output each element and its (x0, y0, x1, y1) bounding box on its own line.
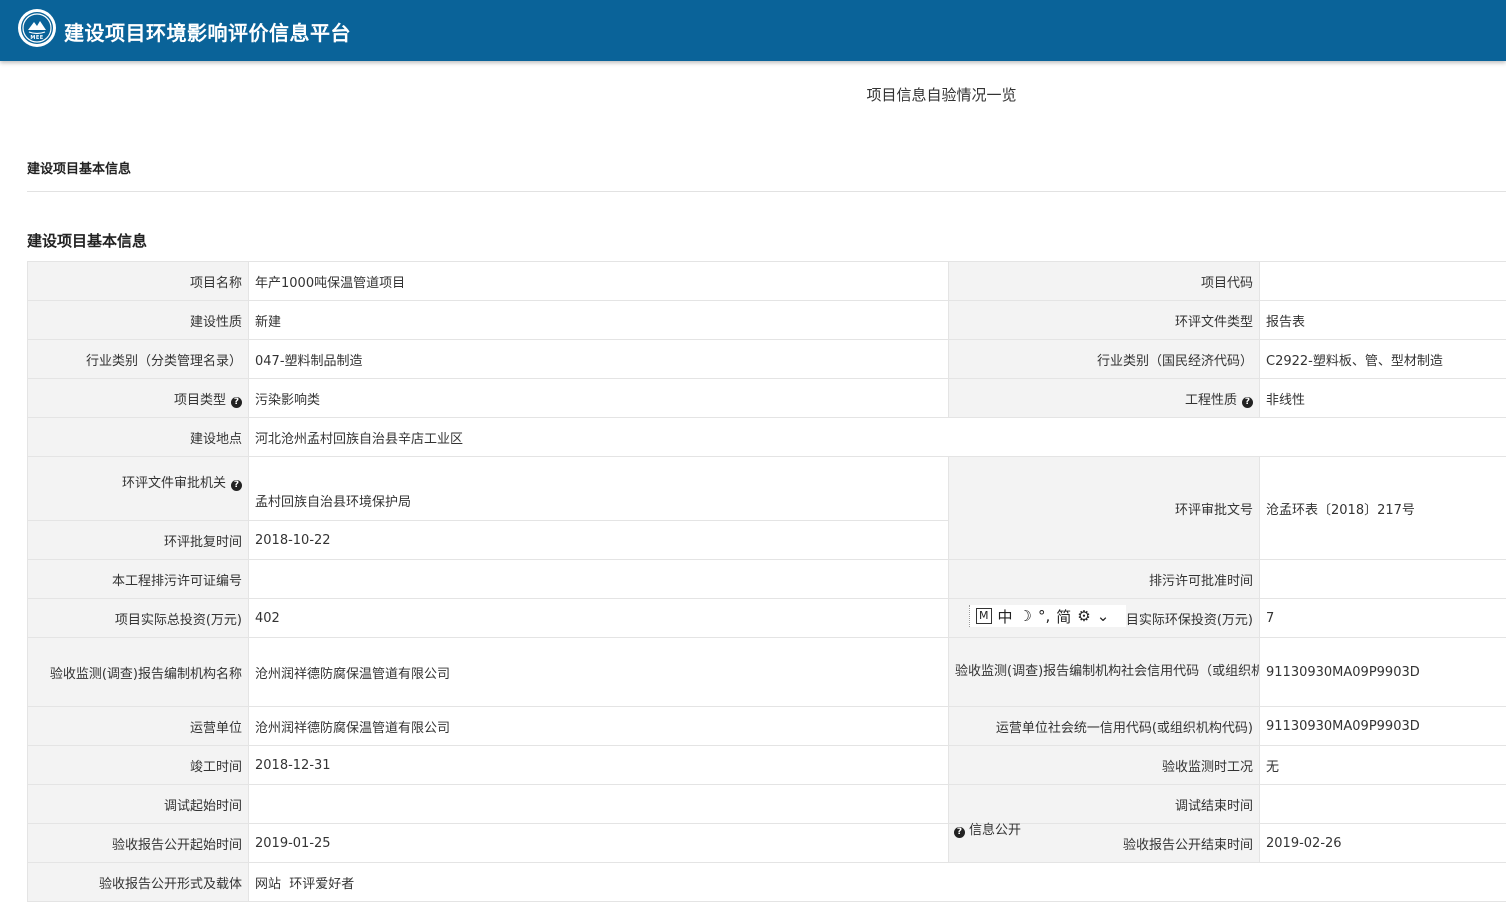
table-row: 环评文件审批机关? 孟村回族自治县环境保护局 环评审批文号 沧孟环表〔2018〕… (28, 457, 1506, 521)
value-public-form: 网站 环评爱好者 (249, 863, 1506, 902)
label-location: 建设地点 (28, 418, 249, 457)
value-permit-no (249, 560, 949, 599)
value-permit-date (1260, 560, 1506, 599)
help-question-icon[interactable]: ? (231, 397, 242, 408)
label-engineering-nature: 工程性质 (1185, 393, 1237, 408)
value-project-name: 年产1000吨保温管道项目 (249, 262, 949, 301)
table-row: 验收报告公开起始时间 2019-01-25 验收报告公开结束时间 2019-02… (28, 824, 1506, 863)
value-location: 河北沧州孟村回族自治县辛店工业区 (249, 418, 1506, 457)
value-completion-date: 2018-12-31 (249, 746, 949, 785)
value-total-investment: 402 (249, 599, 949, 638)
label-permit-date: 排污许可批准时间 (949, 560, 1260, 599)
label-public-start: 验收报告公开起始时间 (28, 824, 249, 863)
help-question-icon: ? (954, 827, 965, 838)
value-industry-category-national: C2922-塑料板、管、型材制造 (1260, 340, 1506, 379)
label-operator-code: 运营单位社会统一信用代码(或组织机构代码) (949, 707, 1260, 746)
label-permit-no: 本工程排污许可证编号 (28, 560, 249, 599)
label-report-org: 验收监测(调查)报告编制机构名称 (28, 638, 249, 707)
value-report-org-code: 91130930MA09P9903D (1260, 638, 1506, 707)
label-report-org-code: 验收监测(调查)报告编制机构社会信用代码（或组织机构代码） (949, 638, 1260, 707)
help-question-icon[interactable]: ? (231, 480, 242, 491)
label-construction-nature: 建设性质 (28, 301, 249, 340)
ime-settings-gear-icon[interactable]: ⚙ (1077, 607, 1090, 625)
logo-text: MEE (18, 35, 56, 41)
table-row: 建设性质 新建 环评文件类型 报告表 (28, 301, 1506, 340)
info-public-link[interactable]: ? 信息公开 (954, 819, 1021, 838)
divider (27, 191, 1506, 192)
label-industry-category: 行业类别（分类管理名录） (28, 340, 249, 379)
ime-expand-chevron-icon[interactable]: ⌄ (1097, 607, 1110, 625)
label-approval-doc-no: 环评审批文号 (949, 457, 1260, 560)
help-question-icon[interactable]: ? (1242, 397, 1253, 408)
value-approval-doc-no: 沧孟环表〔2018〕217号 (1260, 457, 1506, 560)
label-debug-end: 调试结束时间 (949, 785, 1260, 824)
info-public-label: 信息公开 (969, 823, 1021, 838)
label-public-form: 验收报告公开形式及载体 (28, 863, 249, 902)
value-operator: 沧州润祥德防腐保温管道有限公司 (249, 707, 949, 746)
label-operator: 运营单位 (28, 707, 249, 746)
table-row: 调试起始时间 调试结束时间 (28, 785, 1506, 824)
table-row: 项目类型? 污染影响类 工程性质? 非线性 (28, 379, 1506, 418)
label-project-type: 项目类型 (174, 393, 226, 408)
label-engineering-nature-cell: 工程性质? (949, 379, 1260, 418)
label-industry-category-national: 行业类别（国民经济代码） (949, 340, 1260, 379)
value-approval-date: 2018-10-22 (249, 521, 949, 560)
table-row: 项目名称 年产1000吨保温管道项目 项目代码 (28, 262, 1506, 301)
label-project-code: 项目代码 (949, 262, 1260, 301)
value-env-investment: 7 (1260, 599, 1506, 638)
ime-simplified-toggle[interactable]: 简 (1056, 606, 1071, 627)
value-construction-nature: 新建 (249, 301, 949, 340)
value-operator-code: 91130930MA09P9903D (1260, 707, 1506, 746)
top-bar: MEE 建设项目环境影响评价信息平台 (0, 0, 1506, 61)
value-debug-end (1260, 785, 1506, 824)
ime-chinese-toggle[interactable]: 中 (998, 606, 1013, 627)
table-row: 竣工时间 2018-12-31 验收监测时工况 无 (28, 746, 1506, 785)
value-project-type: 污染影响类 (249, 379, 949, 418)
table-row: 本工程排污许可证编号 排污许可批准时间 (28, 560, 1506, 599)
table-row: 建设地点 河北沧州孟村回族自治县辛店工业区 (28, 418, 1506, 457)
value-debug-start (249, 785, 949, 824)
value-project-code (1260, 262, 1506, 301)
value-engineering-nature: 非线性 (1260, 379, 1506, 418)
value-approval-authority: 孟村回族自治县环境保护局 (249, 457, 949, 521)
table-row: 行业类别（分类管理名录） 047-塑料制品制造 行业类别（国民经济代码） C29… (28, 340, 1506, 379)
label-approval-date: 环评批复时间 (28, 521, 249, 560)
label-approval-authority: 环评文件审批机关 (122, 476, 226, 491)
label-completion-date: 竣工时间 (28, 746, 249, 785)
value-public-end: 2019-02-26 (1260, 824, 1506, 863)
value-monitoring-condition: 无 (1260, 746, 1506, 785)
section-subtitle-basic-info: 建设项目基本信息 (27, 230, 147, 251)
app-title: 建设项目环境影响评价信息平台 (64, 17, 351, 46)
ime-moon-icon[interactable]: ☽ (1019, 607, 1032, 625)
value-eia-doc-type: 报告表 (1260, 301, 1506, 340)
ime-toolbar[interactable]: M 中 ☽ °, 简 ⚙ ⌄ (969, 605, 1126, 627)
label-project-name: 项目名称 (28, 262, 249, 301)
table-row: 项目实际总投资(万元) 402 项目实际环保投资(万元) 7 (28, 599, 1506, 638)
value-industry-category: 047-塑料制品制造 (249, 340, 949, 379)
section-title-basic-info: 建设项目基本信息 (27, 158, 131, 177)
label-monitoring-condition: 验收监测时工况 (949, 746, 1260, 785)
label-project-type-cell: 项目类型? (28, 379, 249, 418)
ime-mode-icon[interactable]: M (976, 608, 992, 624)
logo-emblem-icon: MEE (18, 9, 56, 47)
ime-punctuation-icon[interactable]: °, (1038, 607, 1050, 625)
table-row: 验收报告公开形式及载体 网站 环评爱好者 (28, 863, 1506, 902)
value-report-org: 沧州润祥德防腐保温管道有限公司 (249, 638, 949, 707)
table-row: 运营单位 沧州润祥德防腐保温管道有限公司 运营单位社会统一信用代码(或组织机构代… (28, 707, 1506, 746)
label-total-investment: 项目实际总投资(万元) (28, 599, 249, 638)
label-eia-doc-type: 环评文件类型 (949, 301, 1260, 340)
label-approval-authority-cell: 环评文件审批机关? (28, 457, 249, 521)
table-row: 验收监测(调查)报告编制机构名称 沧州润祥德防腐保温管道有限公司 验收监测(调查… (28, 638, 1506, 707)
project-info-table: 项目名称 年产1000吨保温管道项目 项目代码 建设性质 新建 环评文件类型 报… (27, 261, 1506, 902)
value-public-start: 2019-01-25 (249, 824, 949, 863)
page-title: 项目信息自验情况一览 (0, 84, 1506, 105)
label-debug-start: 调试起始时间 (28, 785, 249, 824)
